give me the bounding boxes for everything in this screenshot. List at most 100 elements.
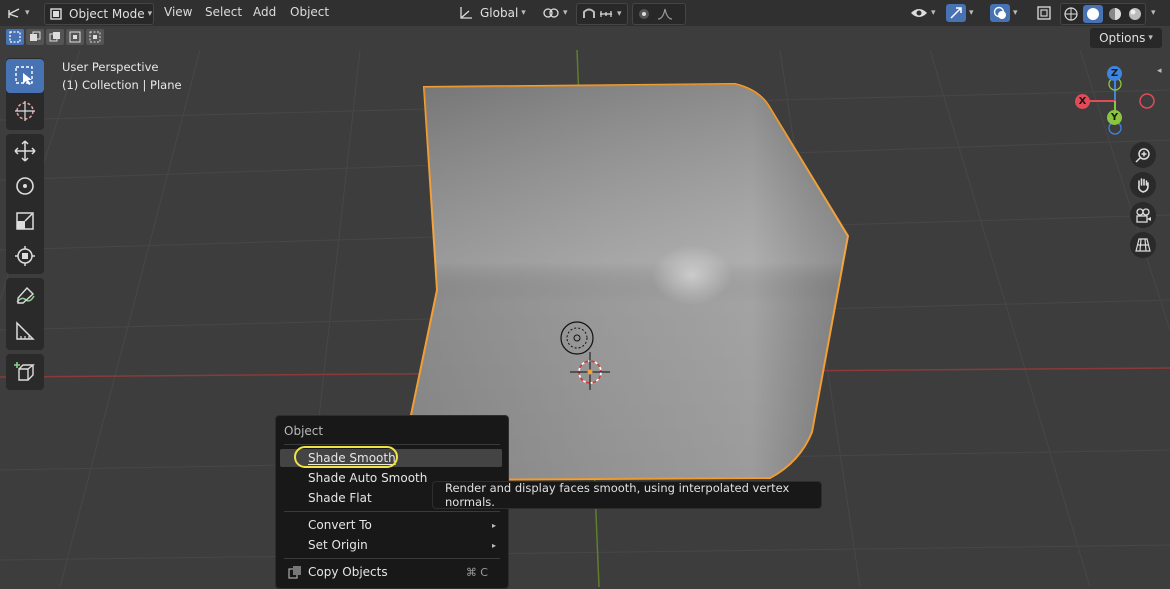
submenu-arrow-icon: ▸ <box>491 520 496 530</box>
menu-select[interactable]: Select <box>205 5 242 19</box>
menu-item-label: Shade Flat <box>308 491 372 505</box>
tool-measure[interactable] <box>6 314 44 348</box>
shading-mode-group <box>1060 3 1146 25</box>
gizmo-icon <box>950 7 962 19</box>
xray-toggle[interactable] <box>1036 3 1056 23</box>
options-dropdown[interactable]: Options ▾ <box>1090 28 1162 48</box>
chevron-down-icon: ▾ <box>1148 33 1153 43</box>
scale-icon <box>16 212 34 230</box>
transform-orientation-icon <box>460 7 472 19</box>
transform-orientation-dropdown[interactable]: Global ▾ <box>458 3 534 23</box>
menu-item-label: Copy Objects <box>308 565 388 579</box>
shading-rendered-icon[interactable] <box>1127 6 1143 22</box>
tool-select-box[interactable] <box>6 59 44 93</box>
tool-cursor[interactable] <box>6 94 44 128</box>
menu-item-convert-to[interactable]: Convert To ▸ <box>280 516 502 534</box>
chevron-down-icon: ▾ <box>931 8 936 18</box>
measure-icon <box>16 321 35 340</box>
sidebar-toggle-icon[interactable]: ◂ <box>1157 66 1162 76</box>
collection-label: (1) Collection | Plane <box>62 78 182 92</box>
viewport-header: ▾ Object Mode ▾ View Select Add Object G… <box>0 0 1170 26</box>
object-mode-icon <box>50 8 62 20</box>
menu-item-set-origin[interactable]: Set Origin ▸ <box>280 536 502 554</box>
annotate-icon <box>16 286 35 304</box>
select-mode-new[interactable] <box>6 29 24 45</box>
pan-button[interactable] <box>1130 172 1156 198</box>
select-mode-extend[interactable] <box>26 29 44 45</box>
select-box-icon <box>15 66 33 85</box>
tool-transform[interactable] <box>6 239 44 273</box>
select-mode-intersect[interactable] <box>86 29 104 45</box>
perspective-label: User Perspective <box>62 60 159 74</box>
shading-options-dropdown[interactable]: ▾ <box>1148 3 1164 23</box>
editor-type-button[interactable]: ▾ <box>6 3 36 23</box>
select-subtract-icon <box>49 32 60 42</box>
menu-separator <box>284 511 500 512</box>
pivot-icon <box>543 8 559 18</box>
menu-item-label: Shade Auto Smooth <box>308 471 428 485</box>
transform-icon <box>15 246 35 266</box>
gizmo-x-axis[interactable]: X <box>1075 94 1090 109</box>
gizmo-z-axis[interactable]: Z <box>1107 66 1122 81</box>
add-cube-icon <box>14 362 35 381</box>
menu-separator <box>284 444 500 445</box>
gizmo-y-axis[interactable]: Y <box>1107 110 1122 125</box>
menu-add[interactable]: Add <box>253 5 276 19</box>
menu-item-copy-objects[interactable]: Copy Objects ⌘ C <box>280 563 502 581</box>
ortho-toggle-button[interactable] <box>1130 232 1156 258</box>
select-box-icon <box>9 31 21 43</box>
submenu-arrow-icon: ▸ <box>491 540 496 550</box>
shading-wireframe-icon[interactable] <box>1063 6 1079 22</box>
camera-view-button[interactable] <box>1130 202 1156 228</box>
mode-label: Object Mode <box>69 7 145 21</box>
snap-toggle[interactable]: ▾ <box>576 3 628 25</box>
mode-dropdown[interactable]: Object Mode ▾ <box>44 3 154 25</box>
chevron-down-icon: ▾ <box>969 8 974 18</box>
tool-move[interactable] <box>6 134 44 168</box>
chevron-down-icon: ▾ <box>25 8 30 18</box>
tool-add-cube[interactable] <box>6 355 44 389</box>
snap-icon <box>583 8 595 18</box>
zoom-button[interactable] <box>1130 142 1156 168</box>
zoom-icon <box>1135 148 1150 163</box>
chevron-down-icon: ▾ <box>147 9 153 19</box>
chevron-down-icon: ▾ <box>1151 8 1156 18</box>
select-mode-subtract[interactable] <box>46 29 64 45</box>
move-icon <box>14 140 36 162</box>
select-mode-invert[interactable] <box>66 29 84 45</box>
tool-rotate[interactable] <box>6 169 44 203</box>
tool-annotate[interactable] <box>6 279 44 313</box>
shade-smooth-tooltip: Render and display faces smooth, using i… <box>432 481 822 509</box>
select-extend-icon <box>30 31 41 41</box>
visibility-dropdown[interactable]: ▾ <box>910 3 940 23</box>
overlay-toggle[interactable]: ▾ <box>990 3 1030 23</box>
chevron-down-icon: ▾ <box>521 8 526 18</box>
pivot-dropdown[interactable]: ▾ <box>542 3 570 23</box>
select-invert-icon <box>69 31 81 43</box>
camera-icon <box>1136 208 1151 223</box>
chevron-down-icon: ▾ <box>563 8 568 18</box>
overlay-icon <box>993 6 1006 19</box>
select-intersect-icon <box>89 31 101 43</box>
chevron-down-icon: ▾ <box>1013 8 1018 18</box>
visibility-icon <box>911 9 927 17</box>
options-label: Options <box>1099 31 1146 45</box>
proportional-edit-toggle[interactable] <box>632 3 686 25</box>
orientation-label: Global <box>480 6 519 20</box>
menu-view[interactable]: View <box>164 5 192 19</box>
rotate-icon <box>16 177 34 195</box>
shortcut-label: ⌘ C <box>465 565 488 579</box>
shading-material-icon[interactable] <box>1107 6 1123 22</box>
chevron-down-icon: ▾ <box>617 9 622 19</box>
cursor-icon <box>15 101 35 121</box>
context-menu-title: Object <box>284 424 324 438</box>
shading-solid-icon[interactable] <box>1086 7 1100 21</box>
copy-icon <box>288 566 301 579</box>
tool-scale[interactable] <box>6 204 44 238</box>
gizmo-toggle[interactable]: ▾ <box>946 3 986 23</box>
hand-icon <box>1138 178 1149 193</box>
menu-item-label: Convert To <box>308 518 372 532</box>
menu-object[interactable]: Object <box>290 5 329 19</box>
menu-separator <box>284 558 500 559</box>
falloff-icon <box>657 8 673 20</box>
